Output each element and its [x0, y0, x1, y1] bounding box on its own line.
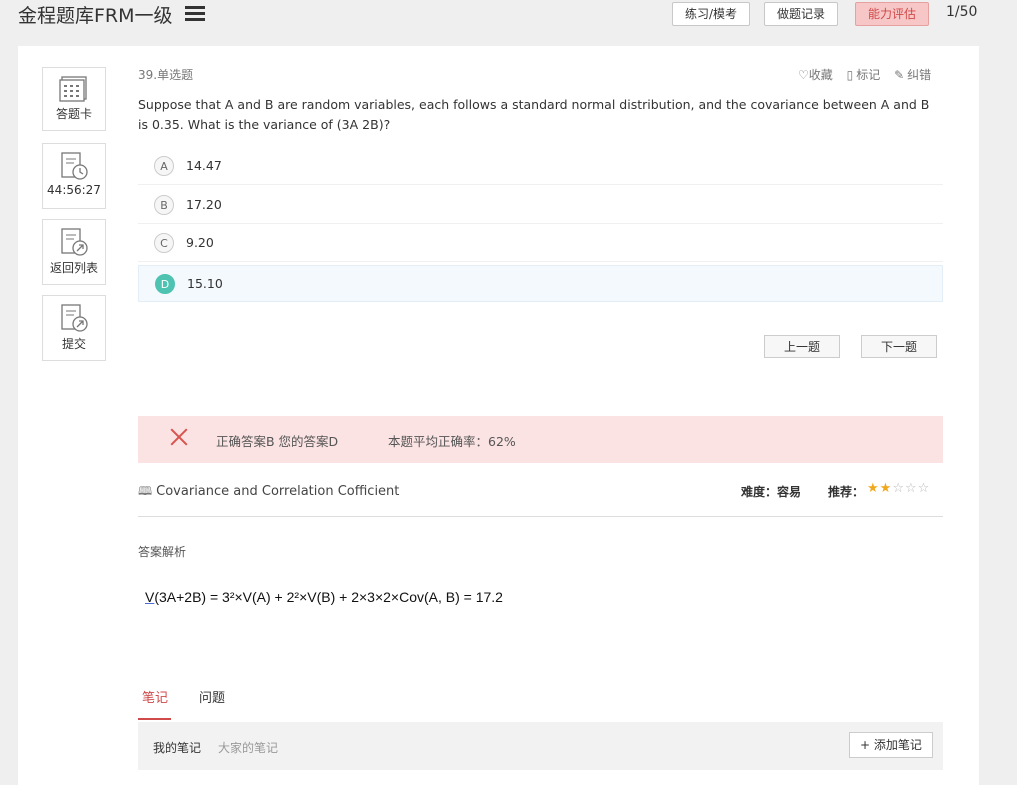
report-error-button[interactable]: ✎ 纠错 [894, 68, 931, 82]
option-a[interactable]: A 14.47 [138, 148, 943, 185]
practice-exam-button[interactable]: 练习/模考 [672, 2, 751, 26]
add-note-button[interactable]: + 添加笔记 [849, 732, 933, 758]
prev-question-button[interactable]: 上一题 [764, 335, 840, 358]
everyone-notes-tab[interactable]: 大家的笔记 [218, 739, 278, 756]
option-b[interactable]: B 17.20 [138, 187, 943, 224]
favorite-label: 收藏 [808, 68, 833, 82]
answer-card-label: 答题卡 [55, 107, 92, 121]
notes-bar: 我的笔记 大家的笔记 + 添加笔记 [138, 722, 943, 770]
app-title: 金程题库FRM一级 [18, 5, 173, 27]
answer-card-button[interactable]: 答题卡 [42, 67, 106, 131]
star-empty-icon: ☆ [904, 481, 918, 496]
question-counter: 1/50 [946, 4, 978, 20]
answer-comparison: 正确答案B 您的答案D [216, 434, 339, 449]
timer-value: 44:56:27 [47, 183, 101, 197]
mark-label: 标记 [856, 68, 881, 82]
answer-analysis-label: 答案解析 [138, 545, 187, 559]
heart-icon: ♡ [798, 68, 809, 82]
topic-label: Covariance and Correlation Cofficient [156, 484, 400, 499]
wrench-icon: ✎ [894, 68, 905, 82]
option-text: 9.20 [186, 235, 214, 250]
formula-prefix: V [145, 589, 155, 605]
book-icon: 🕮 [138, 484, 153, 498]
option-letter: B [154, 195, 174, 215]
answer-result-banner: 正确答案B 您的答案D 本题平均正确率：62% [138, 416, 943, 463]
formula-body: (3A+2B) = 3²×V(A) + 2²×V(B) + 2×3×2×Cov(… [154, 589, 503, 605]
question-actions: ♡收藏 ▯ 标记 ✎ 纠错 [798, 66, 941, 83]
records-button[interactable]: 做题记录 [764, 2, 839, 26]
wrong-icon [170, 428, 188, 446]
question-type: 39.单选题 [138, 68, 194, 82]
next-question-button[interactable]: 下一题 [861, 335, 937, 358]
option-d[interactable]: D 15.10 [138, 265, 943, 302]
difficulty-label: 难度：容易 [741, 485, 802, 499]
option-letter: C [154, 233, 174, 253]
divider [138, 516, 943, 517]
submit-button[interactable]: 提交 [42, 295, 106, 361]
tab-questions[interactable]: 问题 [199, 687, 225, 706]
analysis-formula: V(3A+2B) = 3²×V(A) + 2²×V(B) + 2×3×2×Cov… [145, 589, 503, 605]
question-text: Suppose that A and B are random variable… [138, 97, 930, 132]
ability-assessment-button[interactable]: 能力评估 [855, 2, 930, 26]
bookmark-icon: ▯ [846, 68, 854, 82]
option-c[interactable]: C 9.20 [138, 225, 943, 262]
submit-icon [61, 304, 88, 332]
active-tab-indicator [138, 718, 171, 720]
option-text: 17.20 [186, 197, 222, 212]
timer-card: 44:56:27 [42, 143, 106, 209]
report-label: 纠错 [907, 68, 932, 82]
star-filled-icon: ★ [867, 481, 880, 496]
answer-card-icon [59, 76, 87, 102]
option-letter: D [155, 274, 175, 294]
star-empty-icon: ☆ [892, 481, 905, 496]
option-letter: A [154, 156, 174, 176]
recommend-label: 推荐： [828, 485, 865, 499]
mark-button[interactable]: ▯ 标记 [847, 68, 881, 82]
clock-document-icon [61, 152, 88, 180]
topic-link[interactable]: 🕮 Covariance and Correlation Cofficient [138, 482, 399, 503]
submit-label: 提交 [61, 337, 86, 351]
hamburger-menu-icon[interactable] [185, 6, 205, 22]
star-empty-icon: ☆ [917, 481, 931, 496]
back-to-list-button[interactable]: 返回列表 [42, 219, 106, 285]
option-text: 14.47 [186, 158, 222, 173]
average-accuracy: 本题平均正确率：62% [388, 434, 516, 449]
star-filled-icon: ★ [879, 481, 893, 496]
favorite-button[interactable]: ♡收藏 [798, 68, 833, 82]
tab-notes[interactable]: 笔记 [142, 687, 168, 706]
my-notes-tab[interactable]: 我的笔记 [153, 739, 201, 756]
back-to-list-label: 返回列表 [49, 261, 98, 275]
option-text: 15.10 [187, 276, 223, 291]
return-list-icon [61, 228, 88, 256]
recommend-stars: ★★☆☆☆ [867, 481, 930, 496]
